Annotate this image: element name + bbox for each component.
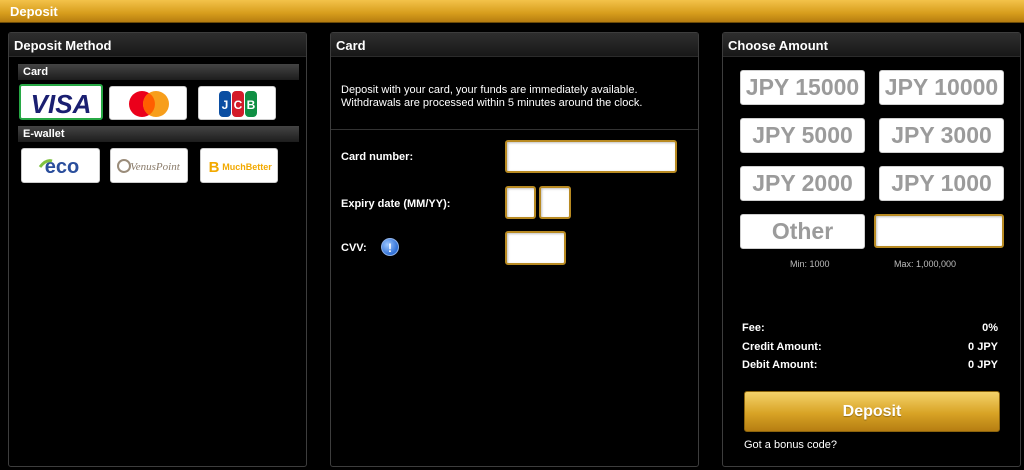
venuspoint-method-button[interactable]: VenusPoint [110, 148, 188, 183]
svg-text:C: C [234, 98, 243, 112]
eco-logo-icon: eco [38, 156, 79, 178]
choose-amount-panel: Choose Amount JPY 15000 JPY 10000 JPY 50… [722, 32, 1021, 467]
muchbetter-logo-icon: B MuchBetter [209, 159, 273, 176]
amount-button-1000[interactable]: JPY 1000 [879, 166, 1004, 201]
credit-amount-row: Credit Amount: 0 JPY [742, 341, 998, 353]
card-number-input[interactable] [505, 140, 677, 173]
deposit-method-header: Deposit Method [9, 33, 306, 57]
jcb-method-button[interactable]: J C B [198, 86, 276, 120]
svg-text:VenusPoint: VenusPoint [130, 161, 180, 173]
cvv-label: CVV: [341, 242, 367, 254]
min-amount-note: Min: 1000 [790, 259, 830, 269]
eco-method-button[interactable]: eco [21, 148, 100, 183]
deposit-button[interactable]: Deposit [744, 391, 1000, 432]
debit-amount-label: Debit Amount: [742, 359, 818, 371]
choose-amount-header: Choose Amount [723, 33, 1020, 57]
fee-value: 0% [982, 322, 998, 334]
fee-label: Fee: [742, 322, 765, 334]
card-panel: Card Deposit with your card, your funds … [330, 32, 699, 467]
amount-button-5000[interactable]: JPY 5000 [740, 118, 865, 153]
ewallet-section-label: E-wallet [18, 126, 299, 142]
visa-method-button[interactable]: VISA [19, 84, 103, 120]
expiry-date-label: Expiry date (MM/YY): [341, 198, 451, 210]
expiry-year-input[interactable] [539, 186, 571, 219]
svg-text:VISA: VISA [31, 89, 92, 119]
bonus-code-link[interactable]: Got a bonus code? [744, 439, 837, 451]
visa-logo-icon: VISA [31, 89, 92, 119]
svg-text:MuchBetter: MuchBetter [222, 162, 272, 172]
other-amount-button[interactable]: Other [740, 214, 865, 249]
debit-amount-value: 0 JPY [968, 359, 998, 371]
mastercard-logo-icon [129, 91, 169, 117]
max-amount-note: Max: 1,000,000 [894, 259, 957, 269]
credit-amount-label: Credit Amount: [742, 341, 822, 353]
mastercard-method-button[interactable] [109, 86, 187, 120]
amount-button-3000[interactable]: JPY 3000 [879, 118, 1004, 153]
svg-text:B: B [209, 159, 220, 176]
venuspoint-logo-icon: VenusPoint [117, 159, 181, 173]
card-panel-header: Card [331, 33, 698, 57]
muchbetter-method-button[interactable]: B MuchBetter [200, 148, 278, 183]
custom-amount-input[interactable] [874, 214, 1004, 248]
expiry-month-input[interactable] [505, 186, 536, 219]
credit-amount-value: 0 JPY [968, 341, 998, 353]
card-description: Deposit with your card, your funds are i… [341, 84, 643, 109]
card-number-label: Card number: [341, 151, 414, 163]
amount-button-10000[interactable]: JPY 10000 [879, 70, 1004, 105]
debit-amount-row: Debit Amount: 0 JPY [742, 359, 998, 371]
card-section-label: Card [18, 64, 299, 80]
page-title: Deposit [10, 4, 58, 19]
top-bar: Deposit [0, 0, 1024, 23]
amount-button-2000[interactable]: JPY 2000 [740, 166, 865, 201]
cvv-input[interactable] [505, 231, 566, 265]
amount-button-15000[interactable]: JPY 15000 [740, 70, 865, 105]
cvv-info-icon[interactable]: ! [381, 238, 399, 256]
svg-text:B: B [247, 98, 256, 112]
fee-row: Fee: 0% [742, 322, 998, 334]
svg-text:J: J [222, 98, 229, 112]
deposit-method-panel: Deposit Method Card VISA J C B E-wallet … [8, 32, 307, 467]
jcb-logo-icon: J C B [219, 91, 257, 117]
card-divider [331, 129, 698, 130]
